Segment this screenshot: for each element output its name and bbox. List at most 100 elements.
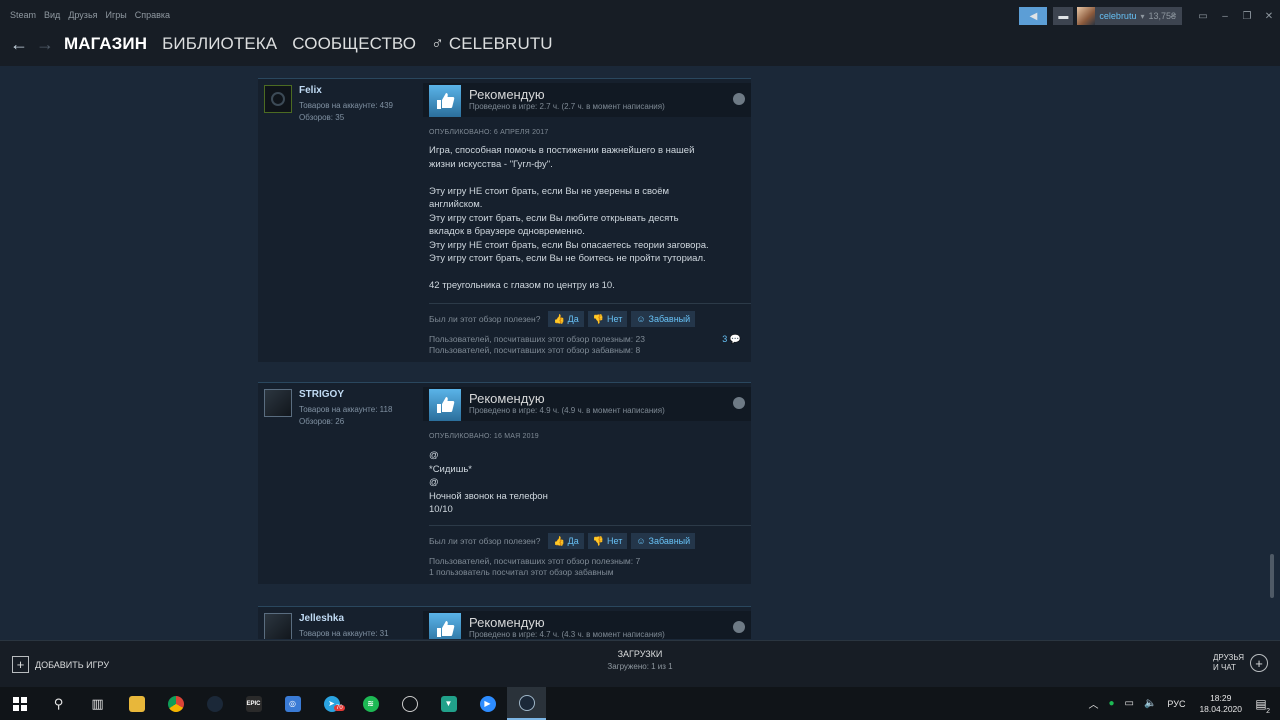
- shield-icon: ▼: [440, 695, 457, 712]
- review-line: жизни искусства - "Гугл-фу".: [429, 158, 553, 170]
- spotify-tray-icon[interactable]: ●: [1108, 698, 1114, 709]
- review-header: Рекомендую Проведено в игре: 4.9 ч. (4.9…: [423, 387, 751, 421]
- network-icon[interactable]: ▭: [1125, 698, 1134, 709]
- review-card: Felix Товаров на аккаунте: 439 Обзоров: …: [258, 78, 751, 362]
- notification-count: 2: [1266, 708, 1270, 715]
- file-explorer-button[interactable]: [117, 687, 156, 720]
- clock-date: 18.04.2020: [1199, 703, 1242, 714]
- vote-yes-button[interactable]: 👍 Да: [548, 311, 584, 327]
- thumbs-up-icon: [429, 85, 461, 117]
- vote-funny-button[interactable]: ☺ Забавный: [631, 533, 696, 549]
- notifications-button[interactable]: ▬: [1053, 7, 1074, 25]
- minimize-icon[interactable]: –: [1214, 11, 1236, 22]
- author-avatar[interactable]: [264, 613, 292, 639]
- chevron-up-icon[interactable]: ︿: [1088, 696, 1098, 711]
- broadcast-button[interactable]: ◀: [1019, 7, 1048, 25]
- chrome-button[interactable]: [156, 687, 195, 720]
- helpful-vote-row: Был ли этот обзор полезен? 👍 Да 👎 Нет ☺ Заб…: [429, 310, 699, 328]
- helpful-question: Был ли этот обзор полезен?: [429, 314, 541, 324]
- smiley-icon: ☺: [636, 314, 646, 324]
- author-avatar[interactable]: [264, 85, 292, 113]
- search-button[interactable]: ⚲: [39, 687, 78, 720]
- comments-link[interactable]: 3 💬: [722, 334, 741, 345]
- nav-community[interactable]: СООБЩЕСТВО: [292, 34, 416, 54]
- wallet-balance: 13,75₴: [1148, 11, 1176, 21]
- thumbs-down-icon: 👎: [592, 313, 604, 324]
- app-icon: ◎: [284, 695, 301, 712]
- menu-help[interactable]: Справка: [135, 10, 170, 20]
- task-view-button[interactable]: ▥: [78, 687, 117, 720]
- zoom-button[interactable]: ▶: [468, 687, 507, 720]
- friends-chat-button[interactable]: ДРУЗЬЯ И ЧАТ +: [1213, 653, 1268, 673]
- spotify-icon: ≋: [362, 695, 379, 712]
- review-date: ОПУБЛИКОВАНО: 6 АПРЕЛЯ 2017: [429, 129, 549, 136]
- steam-logo-icon: [733, 93, 745, 105]
- volume-icon[interactable]: 🔈: [1144, 698, 1156, 709]
- megaphone-icon: ◀: [1029, 10, 1038, 22]
- scrollbar-thumb[interactable]: [1270, 554, 1274, 598]
- author-products[interactable]: Товаров на аккаунте: 439: [299, 101, 393, 110]
- forward-arrow-icon[interactable]: →: [36, 35, 54, 53]
- author-avatar[interactable]: [264, 389, 292, 417]
- steam-menubar: Steam Вид Друзья Игры Справка ◀ ▬ celebr…: [0, 0, 1280, 30]
- author-reviews[interactable]: Обзоров: 26: [299, 417, 344, 426]
- menu-steam[interactable]: Steam: [10, 10, 36, 20]
- reviews-list[interactable]: Felix Товаров на аккаунте: 439 Обзоров: …: [0, 66, 1280, 639]
- author-products[interactable]: Товаров на аккаунте: 31: [299, 629, 389, 638]
- zoom-icon: ▶: [479, 695, 496, 712]
- vote-no-button[interactable]: 👎 Нет: [587, 533, 628, 549]
- menu-friends[interactable]: Друзья: [68, 10, 97, 20]
- language-indicator[interactable]: РУС: [1167, 699, 1185, 709]
- system-tray: ︿ ● ▭ 🔈 РУС 18:29 18.04.2020 ▤ 2: [1083, 687, 1280, 720]
- add-game-button[interactable]: + ДОБАВИТЬ ИГРУ: [12, 656, 109, 673]
- author-reviews[interactable]: Обзоров: 35: [299, 113, 344, 122]
- steam-logo-icon: [733, 621, 745, 633]
- review-line: @: [429, 477, 439, 488]
- author-name[interactable]: STRIGOY: [299, 389, 344, 400]
- chevron-down-icon: ▾: [1140, 11, 1145, 21]
- account-menu[interactable]: celebrutu ▾ 13,75₴: [1077, 7, 1182, 25]
- epic-games-button[interactable]: EPIC: [234, 687, 273, 720]
- nav-store[interactable]: МАГАЗИН: [64, 34, 147, 54]
- review-line: Ночной звонок на телефон: [429, 490, 548, 502]
- review-text: @ *Сидишь* @ Ночной звонок на телефон 10…: [429, 449, 744, 517]
- app-button-2[interactable]: [390, 687, 429, 720]
- close-icon[interactable]: ✕: [1258, 11, 1280, 22]
- vpn-button[interactable]: ▼: [429, 687, 468, 720]
- funny-count: 1 пользователь посчитал этот обзор забав…: [429, 567, 614, 577]
- steam-active-button[interactable]: [507, 687, 546, 720]
- vote-funny-button[interactable]: ☺ Забавный: [631, 311, 696, 327]
- nav-profile[interactable]: ♂ CELEBRUTU: [431, 34, 553, 54]
- add-game-label: ДОБАВИТЬ ИГРУ: [35, 659, 110, 670]
- downloads-button[interactable]: ЗАГРУЗКИ Загружено: 1 из 1: [560, 649, 720, 671]
- clock[interactable]: 18:29 18.04.2020: [1199, 693, 1242, 715]
- maximize-icon[interactable]: ❐: [1236, 11, 1258, 22]
- helpful-question: Был ли этот обзор полезен?: [429, 536, 541, 546]
- plus-icon: +: [12, 656, 29, 673]
- thumbs-up-icon: [429, 613, 461, 639]
- vote-yes-button[interactable]: 👍 Да: [548, 533, 584, 549]
- review-header: Рекомендую Проведено в игре: 4.7 ч. (4.3…: [423, 611, 751, 639]
- user-avatar: [1077, 7, 1096, 25]
- big-picture-icon[interactable]: ▭: [1192, 11, 1214, 22]
- back-arrow-icon[interactable]: ←: [10, 35, 28, 53]
- review-verdict: Рекомендую: [469, 391, 545, 406]
- steam-taskbar-button[interactable]: [195, 687, 234, 720]
- nav-library[interactable]: БИБЛИОТЕКА: [162, 34, 277, 54]
- menu-view[interactable]: Вид: [44, 10, 60, 20]
- author-name[interactable]: Jelleshka: [299, 613, 344, 624]
- start-button[interactable]: [0, 687, 39, 720]
- notification-center-button[interactable]: ▤ 2: [1250, 693, 1272, 716]
- vote-no-button[interactable]: 👎 Нет: [587, 311, 628, 327]
- steam-bottom-bar: + ДОБАВИТЬ ИГРУ ЗАГРУЗКИ Загружено: 1 из…: [0, 640, 1280, 687]
- search-icon: ⚲: [53, 695, 64, 711]
- thumbs-up-icon: 👍: [553, 535, 565, 546]
- review-line: вкладок в браузере одновременно.: [429, 226, 585, 237]
- spotify-button[interactable]: ≋: [351, 687, 390, 720]
- app-button[interactable]: ◎: [273, 687, 312, 720]
- author-products[interactable]: Товаров на аккаунте: 118: [299, 405, 392, 414]
- author-name[interactable]: Felix: [299, 85, 322, 96]
- menu-games[interactable]: Игры: [106, 10, 127, 20]
- telegram-button[interactable]: ➤ 70: [312, 687, 351, 720]
- task-view-icon: ▥: [91, 695, 104, 711]
